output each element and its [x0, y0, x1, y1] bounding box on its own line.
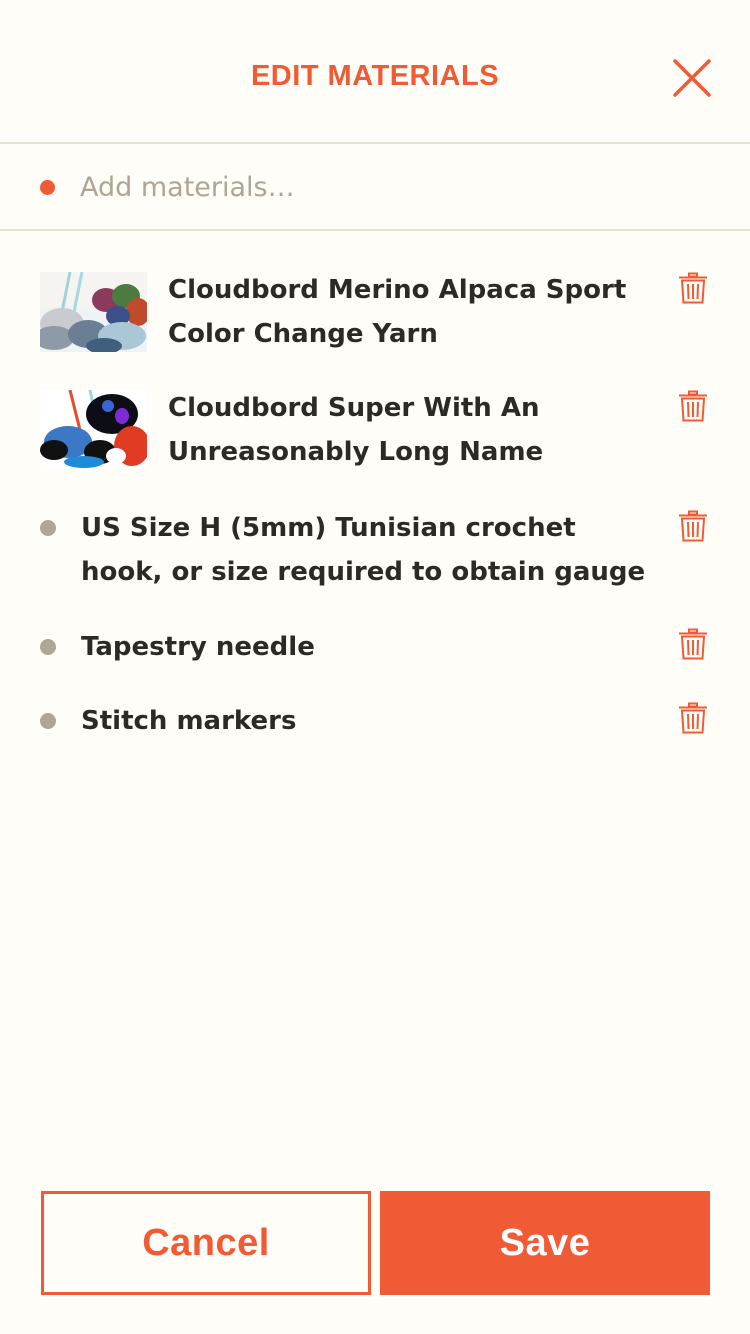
material-item-2-line-2: Unreasonably Long Name: [168, 437, 544, 467]
material-item-3-title: US Size H (5mm) Tunisian crochet hook, o…: [81, 506, 661, 594]
save-button[interactable]: Save: [380, 1191, 710, 1295]
add-bullet-dot: [40, 180, 55, 195]
material-bullet-dot: [40, 520, 56, 536]
trash-icon: [679, 390, 707, 422]
close-icon: [673, 59, 711, 97]
material-item-1-title: Cloudbord Merino Alpaca Sport Color Chan…: [168, 268, 648, 356]
add-materials-input[interactable]: [80, 164, 700, 210]
trash-icon: [679, 272, 707, 304]
save-button-label: Save: [499, 1221, 591, 1264]
material-item-1-line-2: Color Change Yarn: [168, 319, 438, 349]
delete-material-4-button[interactable]: [678, 628, 708, 660]
delete-material-3-button[interactable]: [678, 510, 708, 542]
material-bullet-dot: [40, 639, 56, 655]
delete-material-1-button[interactable]: [678, 272, 708, 304]
material-bullet-dot: [40, 713, 56, 729]
material-item-3-line-2: hook, or size required to obtain gauge: [81, 557, 646, 587]
material-item-5-line-1: Stitch markers: [81, 706, 297, 736]
trash-icon: [679, 510, 707, 542]
close-button[interactable]: [672, 58, 712, 98]
material-item-2-title: Cloudbord Super With An Unreasonably Lon…: [168, 386, 648, 474]
page-title: EDIT MATERIALS: [250, 60, 500, 92]
trash-icon: [679, 702, 707, 734]
material-item-1-line-1: Cloudbord Merino Alpaca Sport: [168, 275, 627, 305]
edit-materials-screen: EDIT MATERIALS Cloudbord: [0, 0, 750, 1334]
yarn-skeins-thumbnail: [40, 272, 147, 352]
trash-icon: [679, 628, 707, 660]
material-item-4-line-1: Tapestry needle: [81, 632, 315, 662]
delete-material-2-button[interactable]: [678, 390, 708, 422]
cancel-button-label: Cancel: [142, 1221, 270, 1264]
cancel-button[interactable]: Cancel: [41, 1191, 371, 1295]
delete-material-5-button[interactable]: [678, 702, 708, 734]
header: EDIT MATERIALS: [0, 0, 750, 144]
material-item-2-line-1: Cloudbord Super With An: [168, 393, 540, 423]
yarn-crochet-thumbnail: [40, 390, 147, 470]
material-item-4-title: Tapestry needle: [81, 625, 661, 669]
material-item-3-line-1: US Size H (5mm) Tunisian crochet: [81, 513, 576, 543]
material-item-5-title: Stitch markers: [81, 699, 661, 743]
